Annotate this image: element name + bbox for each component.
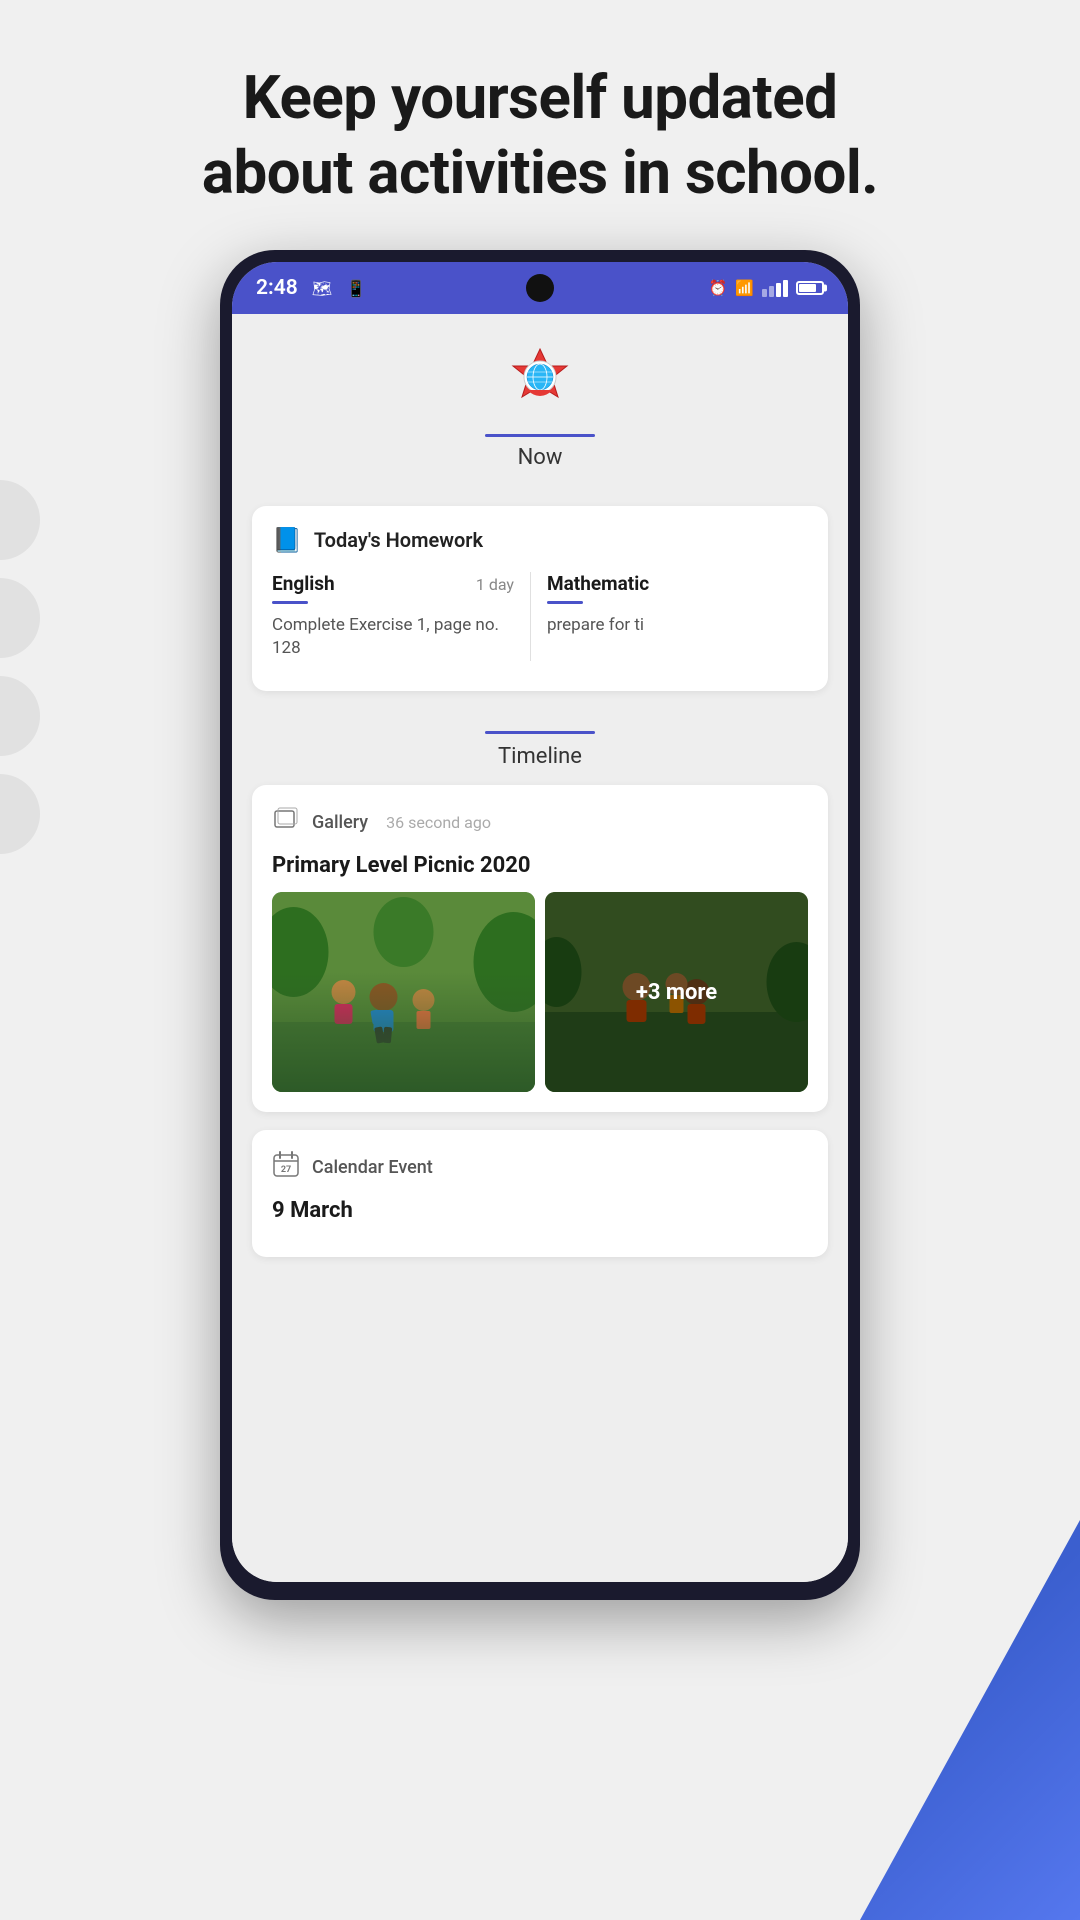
calendar-type: Calendar Event — [312, 1157, 433, 1178]
camera-notch — [526, 274, 554, 302]
battery-fill — [799, 284, 816, 292]
english-due: 1 day — [476, 575, 514, 594]
bg-circle-4 — [0, 774, 40, 854]
photo-2[interactable]: +3 more — [545, 892, 808, 1092]
bg-circle-3 — [0, 676, 40, 756]
gallery-icon — [272, 805, 300, 839]
school-logo — [500, 344, 580, 424]
page-title: Keep yourself updated about activities i… — [80, 60, 1000, 210]
photo-overlay: +3 more — [545, 892, 808, 1092]
phone-frame: 2:48 🗺 📱 ⏰ 📶 — [220, 250, 860, 1600]
gallery-card[interactable]: Gallery 36 second ago Primary Level Picn… — [252, 785, 828, 1112]
background-circles — [0, 480, 40, 854]
photo-1[interactable] — [272, 892, 535, 1092]
homework-subjects: English 1 day Complete Exercise 1, page … — [272, 572, 808, 661]
timeline-underline — [485, 731, 595, 734]
timeline-label: Timeline — [498, 744, 582, 769]
english-underline — [272, 601, 308, 604]
homework-title: Today's Homework — [314, 528, 483, 552]
calendar-card-header: 27 Calendar Event — [272, 1150, 808, 1184]
signal-bar-4 — [783, 280, 788, 297]
english-subject-name: English — [272, 572, 335, 595]
phone-screen: 2:48 🗺 📱 ⏰ 📶 — [232, 262, 848, 1582]
now-label: Now — [518, 445, 563, 470]
gallery-card-header: Gallery 36 second ago — [272, 805, 808, 839]
photo-more-count: +3 more — [636, 980, 717, 1005]
homework-card[interactable]: 📘 Today's Homework English 1 day Complet… — [252, 506, 828, 691]
timeline-section-header: Timeline — [232, 707, 848, 785]
status-left: 2:48 🗺 📱 — [256, 276, 366, 300]
calendar-date: 9 March — [272, 1198, 808, 1223]
status-right: ⏰ 📶 — [709, 279, 824, 297]
calendar-card[interactable]: 27 Calendar Event 9 March — [252, 1130, 828, 1257]
status-bar: 2:48 🗺 📱 ⏰ 📶 — [232, 262, 848, 314]
gallery-type: Gallery — [312, 812, 368, 833]
wifi-icon: 📶 — [735, 279, 754, 297]
photo-grid: +3 more — [272, 892, 808, 1092]
subject-english[interactable]: English 1 day Complete Exercise 1, page … — [272, 572, 530, 661]
maps-icon: 🗺 — [312, 279, 332, 298]
math-underline — [547, 601, 583, 604]
gallery-time: 36 second ago — [386, 813, 491, 832]
math-subject-name: Mathematic — [547, 572, 649, 595]
app-content: Now 📘 Today's Homework English 1 day — [232, 314, 848, 1582]
photo-placeholder-1 — [272, 892, 535, 1092]
signal-bar-3 — [776, 283, 781, 297]
signal-bar-1 — [762, 289, 767, 297]
english-description: Complete Exercise 1, page no. 128 — [272, 615, 499, 659]
school-section: Now — [232, 314, 848, 490]
school-badge-svg — [500, 344, 580, 424]
bg-circle-2 — [0, 578, 40, 658]
status-time: 2:48 — [256, 276, 298, 300]
background-triangle — [860, 1520, 1080, 1920]
battery-icon — [796, 281, 824, 295]
bg-circle-1 — [0, 480, 40, 560]
header-section: Keep yourself updated about activities i… — [0, 0, 1080, 250]
signal-bars — [762, 280, 788, 297]
math-description: prepare for ti — [547, 615, 644, 635]
alarm-icon: ⏰ — [709, 279, 728, 297]
calendar-icon: 27 — [272, 1150, 300, 1184]
homework-icon: 📘 — [272, 526, 302, 554]
whatsapp-icon: 📱 — [346, 279, 366, 298]
subject-math[interactable]: Mathematic prepare for ti — [530, 572, 788, 661]
svg-text:27: 27 — [281, 1165, 291, 1175]
gallery-title: Primary Level Picnic 2020 — [272, 853, 808, 878]
now-underline — [485, 434, 595, 437]
homework-header: 📘 Today's Homework — [272, 526, 808, 554]
signal-bar-2 — [769, 286, 774, 297]
